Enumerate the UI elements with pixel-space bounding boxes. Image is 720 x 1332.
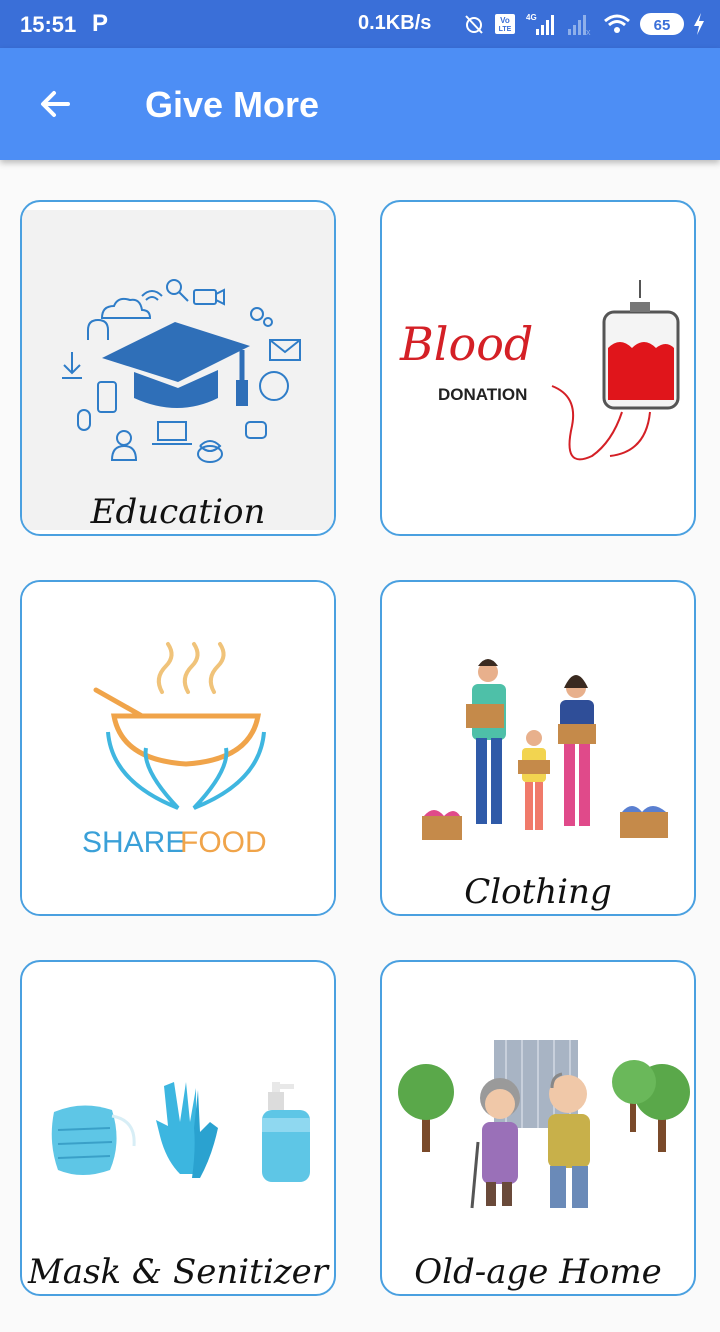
arrow-left-icon [41, 91, 70, 117]
charging-icon [694, 13, 704, 35]
clothing-donation-art [382, 638, 694, 864]
blood-text: Blood [399, 317, 533, 371]
share-food-art: SHARE FOOD [22, 582, 334, 914]
svg-text:LTE: LTE [499, 26, 512, 33]
signal-icon: x [568, 15, 591, 37]
card-old-age-home[interactable]: Old-age Home [380, 960, 696, 1296]
alarm-off-icon [465, 15, 483, 34]
blood-bag-icon: Blood DONATION [399, 280, 680, 461]
mask-sanitizer-art [22, 1062, 334, 1212]
status-icons: Vo LTE 4G x 65 [462, 10, 706, 38]
card-label: Old-age Home [414, 1252, 662, 1292]
battery-icon: 65 [640, 13, 684, 35]
donation-text: DONATION [438, 385, 527, 404]
food-text: FOOD [180, 826, 267, 859]
volte-icon: VoLTE [495, 14, 515, 34]
app-bar: Give More [0, 48, 720, 160]
network-speed: 0.1KB/s [358, 12, 432, 34]
graduation-cap-icon [62, 279, 301, 463]
card-clothing-donation[interactable]: Clothing Donation [380, 580, 696, 916]
status-time: 15:51 [20, 12, 77, 37]
card-label: Mask & Senitizer [27, 1252, 329, 1292]
svg-text:Vo: Vo [500, 16, 510, 25]
card-mask-sanitizer[interactable]: Mask & Senitizer [20, 960, 336, 1296]
mask-gloves-sanitizer-illustration [51, 1082, 310, 1182]
elderly-couple-illustration [398, 1040, 690, 1209]
signal-4g-icon: 4G [526, 13, 554, 35]
family-donation-illustration [422, 659, 668, 840]
card-blood-donation[interactable]: Blood DONATION [380, 200, 696, 536]
blood-donation-art: Blood DONATION [382, 262, 694, 476]
food-bowl-hands-icon: SHARE FOOD [82, 642, 267, 859]
svg-text:4G: 4G [526, 13, 537, 22]
card-label: Education [90, 492, 266, 532]
card-share-food[interactable]: SHARE FOOD [20, 580, 336, 916]
wifi-icon [604, 14, 630, 33]
share-text: SHARE [82, 826, 185, 859]
card-education[interactable]: Education [20, 200, 336, 536]
parking-notification-icon: P [92, 10, 109, 37]
status-bar: 15:51 P 0.1KB/s Vo LTE 4G x 65 [0, 0, 720, 48]
svg-text:x: x [586, 27, 591, 37]
back-button[interactable] [30, 78, 82, 130]
old-age-home-art [382, 1032, 694, 1232]
education-art [22, 210, 334, 530]
page-title: Give More [145, 84, 320, 125]
card-label: Clothing Donation [460, 872, 617, 914]
